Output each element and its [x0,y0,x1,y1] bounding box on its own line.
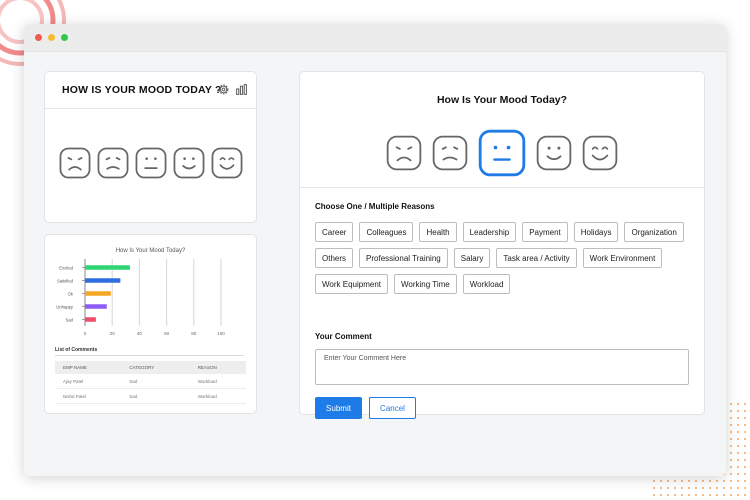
reason-chip-leadership[interactable]: Leadership [462,222,517,242]
browser-window: HOW IS YOUR MOOD TODAY ? How Is Your Moo… [24,24,726,476]
table-header: REASON [189,361,246,374]
mood-smile-button[interactable] [536,135,572,174]
x-tick-label: 0 [84,331,87,336]
happy-face-icon [582,135,618,171]
table-header-row: EMP NAME CATEGORY REASON [55,361,246,374]
chart-bar [85,304,107,309]
mood-widget: HOW IS YOUR MOOD TODAY ? [44,71,257,223]
y-category-label: Excited [59,265,73,270]
widget-title: HOW IS YOUR MOOD TODAY ? [62,84,222,96]
widget-toolbar [217,83,248,96]
chart-bar [85,291,111,296]
reason-chip-payment[interactable]: Payment [522,222,568,242]
widget-mood-options [45,147,256,179]
window-close-button[interactable] [35,34,42,41]
smile-face-icon[interactable] [173,147,205,179]
reason-chip-task-area[interactable]: Task area / Activity [496,248,577,268]
chart-bar [85,317,96,322]
y-category-label: Ok [68,291,74,296]
table-cell: Nisha Patel [55,388,122,404]
mood-sad-button[interactable] [386,135,422,174]
cancel-button[interactable]: Cancel [369,397,416,419]
bar-chart-icon[interactable] [235,83,248,96]
window-titlebar [24,24,726,52]
smile-face-icon [536,135,572,171]
comment-input[interactable] [315,349,689,385]
happy-face-icon[interactable] [211,147,243,179]
window-maximize-button[interactable] [61,34,68,41]
y-category-label: Sad [66,317,74,322]
table-cell: Workload [189,388,246,404]
sad-face-icon[interactable] [59,147,91,179]
x-tick-label: 60 [164,331,170,336]
chart-bar [85,278,121,283]
table-row: Nisha Patel Sad Workload [55,388,246,404]
comment-label: Your Comment [315,332,372,341]
table-cell: Sad [121,374,190,389]
x-tick-label: 40 [137,331,143,336]
table-header: EMP NAME [55,361,122,374]
form-title: How Is Your Mood Today? [436,94,568,106]
reason-chip-salary[interactable]: Salary [453,248,491,268]
reason-chip-colleagues[interactable]: Colleagues [359,222,414,242]
reason-chip-career[interactable]: Career [315,222,354,242]
table-cell: Ajay Patel [55,374,122,389]
chart-title: How Is Your Mood Today? [115,248,186,254]
reasons-label: Choose One / Multiple Reasons [315,202,435,211]
chart-bar [85,265,130,270]
sad-face-icon [386,135,422,171]
reason-chip-work-equipment[interactable]: Work Equipment [315,274,388,294]
reason-chip-workload[interactable]: Workload [462,274,511,294]
y-category-label: Satisfied [57,278,74,283]
mood-bar-chart: 0 20 40 60 80 100 Excited Satisfied Ok Unhappy Sad [56,259,225,336]
submit-button[interactable]: Submit [315,397,362,419]
window-minimize-button[interactable] [48,34,55,41]
reason-chip-organization[interactable]: Organization [624,222,684,242]
reason-chip-holidays[interactable]: Holidays [573,222,619,242]
mood-selector-section: How Is Your Mood Today? [300,72,704,188]
mood-frown-button[interactable] [432,135,468,174]
reason-chip-working-time[interactable]: Working Time [394,274,457,294]
table-cell: Workload [189,374,246,389]
x-tick-label: 80 [191,331,197,336]
mood-happy-button[interactable] [582,135,618,174]
frown-face-icon[interactable] [97,147,129,179]
gear-icon[interactable] [217,83,230,96]
frown-face-icon [432,135,468,171]
form-actions: Submit Cancel [315,397,416,419]
reason-chip-others[interactable]: Others [315,248,354,268]
reason-chip-health[interactable]: Health [419,222,457,242]
reason-chip-work-environment[interactable]: Work Environment [582,248,663,268]
neutral-face-icon [478,129,526,177]
mood-options [300,129,704,180]
mood-neutral-button[interactable] [478,129,526,180]
comments-list-title: List of Comments [55,347,98,353]
table-row: Ajay Patel Sad Workload [55,374,246,389]
page: HOW IS YOUR MOOD TODAY ? How Is Your Moo… [0,0,750,500]
neutral-face-icon[interactable] [135,147,167,179]
widget-header: HOW IS YOUR MOOD TODAY ? [45,72,256,109]
table-header: CATEGORY [121,361,190,374]
reason-chips: Career Colleagues Health Leadership Paym… [315,222,695,294]
x-tick-label: 100 [217,331,225,336]
table-cell: Sad [121,388,190,404]
mood-report: How Is Your Mood Today? 0 20 40 60 80 100 Exci… [44,234,257,414]
y-category-label: Unhappy [56,304,74,309]
reason-chip-professional-training[interactable]: Professional Training [359,248,448,268]
x-tick-label: 20 [110,331,116,336]
comments-table: EMP NAME CATEGORY REASON Ajay Patel Sad … [55,361,246,404]
comments-divider [55,355,244,356]
mood-form: How Is Your Mood Today? Choose One / Mul… [299,71,705,419]
